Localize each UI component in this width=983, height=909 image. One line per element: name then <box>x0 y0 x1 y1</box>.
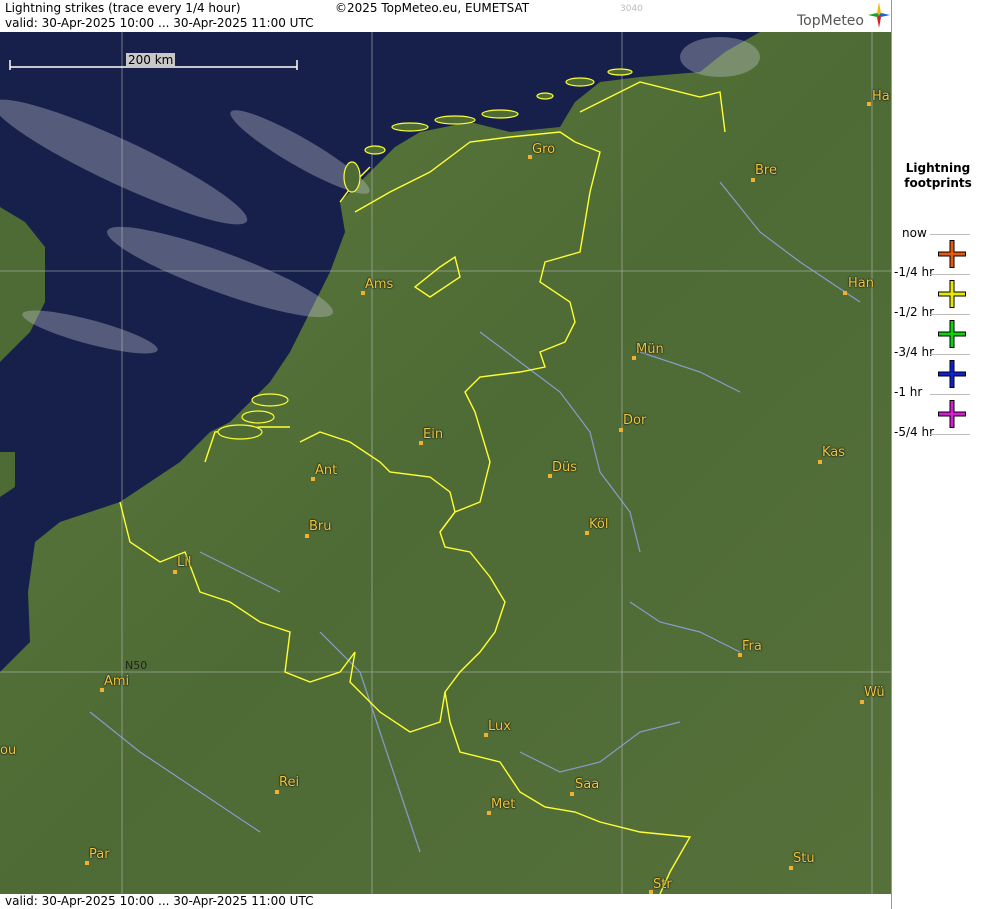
city-label[interactable]: Han <box>848 276 874 291</box>
city-dot <box>843 291 847 295</box>
city-label[interactable]: Rei <box>279 775 299 790</box>
map-canvas <box>0 32 891 894</box>
city-label[interactable]: Str <box>653 877 672 892</box>
city-label[interactable]: Fra <box>742 639 762 654</box>
legend-label-half-hour: -1/2 hr <box>894 305 934 319</box>
legend-panel: Lightning footprints now -1/4 hr -1/2 hr… <box>891 0 983 909</box>
city-label[interactable]: Wü <box>864 685 885 700</box>
city-label[interactable]: Bru <box>309 519 332 534</box>
city-dot <box>619 428 623 432</box>
city-label[interactable]: Par <box>89 847 110 862</box>
city-label[interactable]: Ant <box>315 463 337 478</box>
city-label[interactable]: Ami <box>104 674 129 689</box>
city-label[interactable]: Met <box>491 797 515 812</box>
city-dot <box>173 570 177 574</box>
map-title: Lightning strikes (trace every 1/4 hour) <box>5 1 241 15</box>
city-label[interactable]: Gro <box>532 142 555 157</box>
valid-time-bottom: valid: 30-Apr-2025 10:00 ... 30-Apr-2025… <box>5 894 314 908</box>
city-label[interactable]: Ha <box>872 89 890 104</box>
city-label[interactable]: Ein <box>423 427 443 442</box>
city-dot <box>867 102 871 106</box>
city-label[interactable]: Stu <box>793 851 815 866</box>
legend-label-quarter-hour: -1/4 hr <box>894 265 934 279</box>
city-dot <box>570 792 574 796</box>
city-dot <box>305 534 309 538</box>
image-id: 3040 <box>620 4 643 14</box>
city-label[interactable]: Bre <box>755 163 777 178</box>
city-label[interactable]: Saa <box>575 777 599 792</box>
city-dot <box>860 700 864 704</box>
cross-icon-quarter-hour <box>938 240 966 268</box>
legend-title: Lightning footprints <box>904 161 972 190</box>
legend-rule <box>930 234 970 235</box>
cross-icon-five-quarter-hour <box>938 400 966 428</box>
legend-rule <box>930 314 970 315</box>
city-dot <box>275 790 279 794</box>
legend-rule <box>930 434 970 435</box>
city-label[interactable]: Lux <box>488 719 511 734</box>
lightning-map[interactable]: 200 km N50 Gro Bre Ha Ams Han Mün Dor Ei… <box>0 32 891 894</box>
cross-icon-three-quarter-hour <box>938 320 966 348</box>
city-label[interactable]: Lil <box>177 555 191 570</box>
legend-rule <box>930 394 970 395</box>
footer-bar: valid: 30-Apr-2025 10:00 ... 30-Apr-2025… <box>0 894 891 909</box>
city-dot <box>818 460 822 464</box>
city-dot <box>751 178 755 182</box>
city-label[interactable]: ou <box>0 743 16 758</box>
header-bar: Lightning strikes (trace every 1/4 hour)… <box>0 0 891 32</box>
legend-label-one-hour: -1 hr <box>894 385 923 399</box>
city-label[interactable]: Düs <box>552 460 577 475</box>
city-label[interactable]: Ams <box>365 277 393 292</box>
latitude-label: N50 <box>125 659 148 672</box>
city-label[interactable]: Köl <box>589 517 608 532</box>
legend-label-now: now <box>902 226 927 240</box>
copyright: ©2025 TopMeteo.eu, EUMETSAT <box>335 1 530 15</box>
legend-rule <box>930 274 970 275</box>
cross-icon-half-hour <box>938 280 966 308</box>
legend-label-five-quarter-hour: -5/4 hr <box>894 425 934 439</box>
city-label[interactable]: Dor <box>623 413 646 428</box>
city-label[interactable]: Kas <box>822 445 845 460</box>
city-dot <box>789 866 793 870</box>
compass-star-icon <box>868 2 890 28</box>
logo-text: TopMeteo <box>797 13 864 29</box>
city-label[interactable]: Mün <box>636 342 664 357</box>
cross-icon-one-hour <box>938 360 966 388</box>
valid-time-top: valid: 30-Apr-2025 10:00 ... 30-Apr-2025… <box>5 16 314 30</box>
legend-label-three-quarter-hour: -3/4 hr <box>894 345 934 359</box>
scale-label: 200 km <box>126 53 176 67</box>
legend-rule <box>930 354 970 355</box>
